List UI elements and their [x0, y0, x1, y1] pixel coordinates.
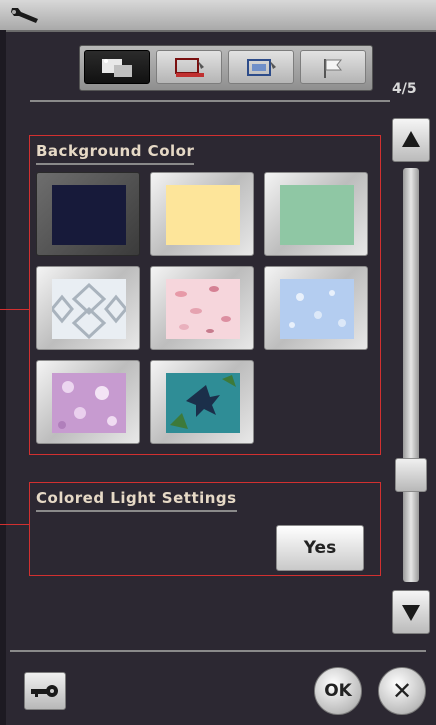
key-icon: [31, 685, 58, 697]
damask-pattern-icon: [52, 279, 126, 339]
swatch-navy-fill: [52, 185, 126, 245]
colored-light-yes-button[interactable]: Yes: [276, 525, 364, 571]
arrow-up-icon: [402, 131, 420, 147]
swatch-teal-leaves[interactable]: [150, 360, 254, 444]
settings-tab-bar: [79, 45, 373, 91]
tab-sewing-settings[interactable]: [156, 50, 222, 84]
swatch-yellow-fill: [166, 185, 240, 245]
colored-light-title: Colored Light Settings: [36, 489, 237, 512]
swatch-blue-snowflakes[interactable]: [264, 266, 368, 350]
flag-icon: [324, 59, 343, 78]
tab-screen-settings[interactable]: [84, 50, 150, 84]
callout-line-light: [0, 524, 29, 525]
page-indicator: 4/5: [392, 81, 417, 97]
bottom-divider: [10, 650, 426, 652]
sewing-settings-icon: [175, 58, 204, 77]
tab-divider: [30, 100, 390, 102]
ok-button[interactable]: OK: [314, 667, 362, 715]
scroll-track[interactable]: [403, 168, 419, 582]
scroll-thumb[interactable]: [395, 458, 427, 492]
embroidery-settings-icon: [247, 59, 276, 76]
swatch-purple-flowers[interactable]: [36, 360, 140, 444]
background-color-section: Background Color: [29, 135, 381, 455]
snowflakes-pattern-icon: [280, 279, 354, 339]
settings-screen: 4/5 Background Color Colored Light Setti…: [0, 0, 436, 725]
swatch-navy[interactable]: [36, 172, 140, 256]
screen-settings-icon: [102, 59, 132, 77]
swatch-green-fill: [280, 185, 354, 245]
title-bar: [0, 0, 436, 32]
swatch-white-pattern[interactable]: [36, 266, 140, 350]
scroll-down-button[interactable]: [392, 590, 430, 634]
close-button[interactable]: ✕: [378, 667, 426, 715]
background-color-title: Background Color: [36, 142, 195, 165]
tab-language-settings[interactable]: [300, 50, 366, 84]
scroll-up-button[interactable]: [392, 118, 430, 162]
callout-line-background: [0, 309, 29, 310]
swatch-pink-petals[interactable]: [150, 266, 254, 350]
arrow-down-icon: [402, 605, 420, 621]
key-button[interactable]: [24, 672, 66, 710]
scrollbar[interactable]: [392, 118, 430, 634]
swatch-yellow[interactable]: [150, 172, 254, 256]
swatch-green[interactable]: [264, 172, 368, 256]
leaves-pattern-icon: [166, 373, 240, 433]
petals-pattern-icon: [166, 279, 240, 339]
wrench-icon: [11, 8, 38, 23]
colored-light-section: Colored Light Settings Yes: [29, 482, 381, 576]
left-edge: [0, 30, 6, 725]
tab-embroidery-settings[interactable]: [228, 50, 294, 84]
flowers-pattern-icon: [52, 373, 126, 433]
